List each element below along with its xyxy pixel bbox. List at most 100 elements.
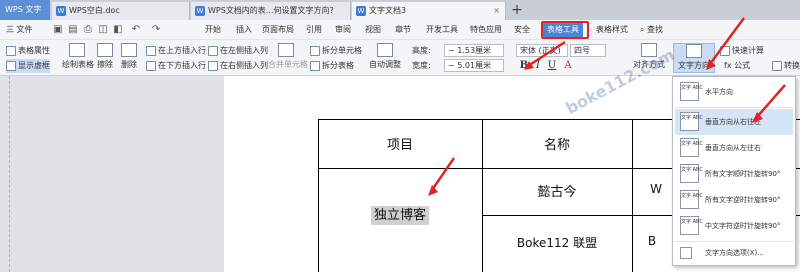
app-tab[interactable]: WPS 文字 [0, 0, 50, 20]
menu-security[interactable]: 安全 [514, 20, 530, 40]
document-tab-1[interactable]: W WPS空白.doc [52, 2, 190, 20]
width-label: 宽度: [412, 61, 431, 70]
show-gridlines-button[interactable]: 显示虚框 [6, 59, 50, 73]
menu-item-vertical-left-to-right[interactable]: 文字 ABC 垂直方向从左往右 [675, 135, 793, 161]
insert-column-left-button[interactable]: 在左侧插入列 [208, 44, 268, 58]
merge-cells-label: 合并单元格 [268, 60, 308, 69]
menu-developer[interactable]: 开发工具 [426, 20, 458, 40]
table-properties-label: 表格属性 [18, 46, 50, 55]
search-icon: ⌕ [640, 25, 645, 34]
erase-label: 擦除 [97, 60, 113, 69]
height-label: 高度: [412, 46, 431, 55]
vertical-rtl-text-icon: 文字 ABC [680, 112, 703, 131]
rotate-clockwise-icon: 文字 ABC [680, 164, 703, 183]
table-cell[interactable]: W [646, 182, 666, 196]
font-size-select[interactable]: 四号 [570, 44, 606, 57]
menu-item-rotate-cw[interactable]: 文字 ABC 所有文字顺时针旋转90° [675, 161, 793, 187]
menu-item-cjk-rotate-ccw[interactable]: 文字 ABC 中文字符逆时针旋转90° [675, 213, 793, 239]
table-properties-button[interactable]: 表格属性 [6, 44, 50, 58]
insert-right-label: 在右侧插入列 [220, 61, 268, 70]
menu-item-more-options[interactable]: 文字方向选项(X)... [675, 242, 793, 264]
undo-icon[interactable]: ↶ [130, 24, 142, 36]
split-cells-label: 拆分单元格 [322, 46, 362, 55]
search-box[interactable]: ⌕ 查找 [640, 20, 663, 40]
annotation-arrow [524, 40, 566, 70]
table-cell[interactable]: 懿古今 [482, 181, 632, 200]
insert-left-icon [208, 46, 218, 56]
menu-review[interactable]: 审阅 [335, 20, 351, 40]
redo-icon[interactable]: ↷ [150, 24, 162, 36]
show-gridlines-label: 显示虚框 [18, 61, 50, 70]
table-cell-selected[interactable]: 独立博客 [318, 204, 482, 225]
options-icon [680, 247, 692, 259]
menu-page-layout[interactable]: 页面布局 [262, 20, 294, 40]
autofit-button[interactable]: 自动调整 [368, 43, 402, 73]
wps-doc-icon: W [56, 6, 66, 16]
table-properties-icon [6, 46, 16, 56]
add-tab-button[interactable]: + [509, 2, 525, 18]
delete-label: 删除 [121, 60, 137, 69]
selected-text: 独立博客 [370, 206, 429, 225]
draw-table-icon [69, 43, 85, 57]
wps-doc-icon: W [356, 6, 366, 16]
eraser-icon [97, 43, 113, 57]
print-icon[interactable]: ⎙ [82, 24, 94, 36]
menu-start[interactable]: 开始 [205, 20, 221, 40]
document-tab-3[interactable]: W 文字文档3 × [352, 2, 506, 20]
split-table-label: 拆分表格 [322, 61, 354, 70]
insert-row-above-button[interactable]: 在上方插入行 [146, 44, 206, 58]
table-cell[interactable]: Boke112 联盟 [482, 234, 632, 251]
menu-references[interactable]: 引用 [306, 20, 322, 40]
split-table-button[interactable]: 拆分表格 [310, 59, 354, 73]
text-direction-dropdown: 文字 ABC 水平方向 文字 ABC 垂直方向从右往左 文字 ABC 垂直方向从左往右… [672, 76, 796, 266]
insert-above-icon [146, 46, 156, 56]
document-tab-label: 文字文档3 [369, 6, 407, 15]
menu-item-label: 水平方向 [705, 88, 733, 96]
convert-icon [772, 61, 782, 71]
erase-button[interactable]: 擦除 [94, 43, 116, 73]
menu-item-label: 所有文字顺时针旋转90° [705, 170, 781, 178]
horizontal-text-icon: 文字 ABC [680, 82, 703, 101]
delete-button[interactable]: 删除 [118, 43, 140, 73]
table-cell[interactable]: B [642, 234, 662, 248]
draw-table-button[interactable]: 绘制表格 [62, 43, 94, 73]
annotation-arrow [706, 17, 746, 70]
insert-above-label: 在上方插入行 [158, 46, 206, 55]
width-value: 5.01厘米 [457, 61, 492, 70]
document-tab-2[interactable]: W WPS文档内的表...何设置文字方向? [191, 2, 351, 20]
format-painter-icon[interactable]: ◧ [112, 24, 124, 36]
file-menu[interactable]: 三 文件 [6, 20, 33, 40]
insert-left-label: 在左侧插入列 [220, 46, 268, 55]
save-icon[interactable]: ▣ [52, 24, 64, 36]
open-icon[interactable]: ▤ [67, 24, 79, 36]
menu-item-rotate-ccw[interactable]: 文字 ABC 所有文字逆时针旋转90° [675, 187, 793, 213]
merge-cells-button[interactable]: 合并单元格 [268, 43, 308, 73]
menu-view[interactable]: 视图 [365, 20, 381, 40]
left-margin-guide [0, 76, 10, 272]
menu-table-style[interactable]: 表格样式 [596, 20, 628, 40]
title-tab-bar: WPS 文字 W WPS空白.doc W WPS文档内的表...何设置文字方向?… [0, 0, 800, 20]
height-field[interactable]: − 1.53厘米 [444, 44, 504, 57]
close-icon[interactable]: × [493, 2, 500, 20]
width-field[interactable]: − 5.01厘米 [444, 59, 504, 72]
autofit-label: 自动调整 [369, 60, 401, 69]
highlight-box-table-tools [541, 21, 589, 39]
split-cells-icon [310, 46, 320, 56]
table-header-cell[interactable]: 项目 [318, 134, 482, 153]
insert-row-below-button[interactable]: 在下方插入行 [146, 59, 206, 73]
menu-item-label: 文字方向选项(X)... [705, 249, 764, 257]
merge-cells-icon [278, 43, 294, 57]
vertical-ltr-text-icon: 文字 ABC [680, 138, 703, 157]
menu-special-apps[interactable]: 特色应用 [470, 20, 502, 40]
menu-insert[interactable]: 插入 [236, 20, 252, 40]
convert-label: 转换 [784, 61, 800, 70]
menu-item-label: 所有文字逆时针旋转90° [705, 196, 781, 204]
convert-button[interactable]: 转换 [772, 59, 800, 73]
delete-icon [121, 43, 137, 57]
split-cells-button[interactable]: 拆分单元格 [310, 44, 362, 58]
insert-column-right-button[interactable]: 在右侧插入列 [208, 59, 268, 73]
table-header-cell[interactable]: 名称 [482, 134, 632, 153]
menu-chapter[interactable]: 章节 [395, 20, 411, 40]
menu-bar: 三 文件 ▣ ▤ ⎙ ◫ ◧ ↶ ↷ 开始 插入 页面布局 引用 审阅 视图 章… [0, 20, 800, 40]
preview-icon[interactable]: ◫ [97, 24, 109, 36]
